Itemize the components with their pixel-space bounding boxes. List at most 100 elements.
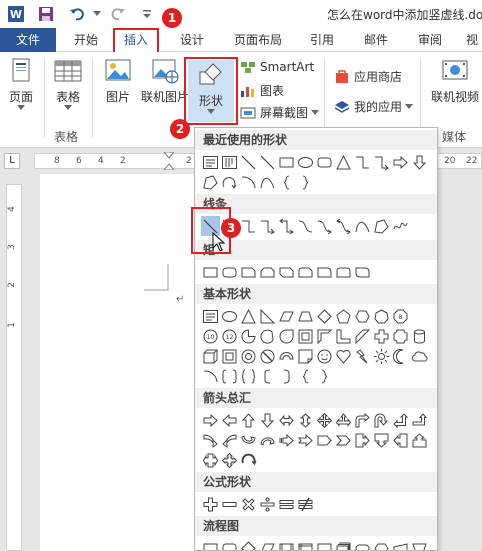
shape-left-right-up-arrow[interactable] xyxy=(334,410,353,430)
shape-flowchart-manual-input[interactable] xyxy=(391,538,410,550)
document-page[interactable]: ↵ xyxy=(40,174,200,551)
shape-flowchart-data[interactable] xyxy=(258,538,277,550)
shape-arc[interactable] xyxy=(239,172,258,192)
shape-pie[interactable] xyxy=(239,326,258,346)
shape-right-triangle[interactable] xyxy=(258,306,277,326)
shape-lightning-bolt[interactable] xyxy=(353,346,372,366)
shape-rounded-rectangle[interactable] xyxy=(220,262,239,282)
shape-division[interactable] xyxy=(258,494,277,514)
shape-right-arrow-callout[interactable] xyxy=(353,430,372,450)
shape-hexagon[interactable] xyxy=(353,306,372,326)
shape-left-up-arrow[interactable] xyxy=(391,410,410,430)
tab-home[interactable]: 开始 xyxy=(66,28,106,52)
shape-notched-right-arrow[interactable] xyxy=(296,430,315,450)
shape-curved-right-arrow[interactable] xyxy=(201,430,220,450)
picture-button[interactable]: 图片 xyxy=(102,58,134,105)
tab-insert[interactable]: 插入 xyxy=(113,28,159,52)
shape-block-arc[interactable] xyxy=(277,346,296,366)
shape-smiley-face[interactable] xyxy=(315,346,334,366)
shape-left-arrow[interactable] xyxy=(220,410,239,430)
shape-parallelogram[interactable] xyxy=(277,306,296,326)
screenshot-button[interactable]: 屏幕截图 xyxy=(240,104,320,121)
shape-bent-up-arrow[interactable] xyxy=(410,410,429,430)
shape-left-right-arrow[interactable] xyxy=(277,410,296,430)
shape-round-corner-rectangle[interactable] xyxy=(315,262,334,282)
shape-oval[interactable] xyxy=(220,306,239,326)
shape-cross[interactable] xyxy=(372,326,391,346)
shape-sun[interactable] xyxy=(372,346,391,366)
shape-no-symbol[interactable] xyxy=(258,346,277,366)
shape-equal[interactable] xyxy=(277,494,296,514)
shape-curve[interactable] xyxy=(353,216,372,236)
shape-rectangle[interactable] xyxy=(277,152,296,172)
online-video-button[interactable]: 联机视频 xyxy=(428,58,482,105)
shape-snip-diagonal-rectangle[interactable] xyxy=(277,262,296,282)
shape-up-arrow[interactable] xyxy=(239,410,258,430)
shape-curved-left-arrow[interactable] xyxy=(220,430,239,450)
shape-l-shape[interactable] xyxy=(334,326,353,346)
shape-rectangle[interactable] xyxy=(201,262,220,282)
shape-triangle[interactable] xyxy=(239,306,258,326)
shape-flowchart-process[interactable] xyxy=(201,538,220,550)
shape-right-bracket[interactable] xyxy=(277,366,296,386)
shape-round-same-side-rectangle[interactable] xyxy=(334,262,353,282)
shape-chevron[interactable] xyxy=(334,430,353,450)
tab-design[interactable]: 设计 xyxy=(172,28,212,52)
shape-teardrop[interactable] xyxy=(277,326,296,346)
shape-up-down-arrow[interactable] xyxy=(296,410,315,430)
shape-flowchart-terminator[interactable] xyxy=(353,538,372,550)
shape-multiply[interactable] xyxy=(239,494,258,514)
shape-flowchart-document[interactable] xyxy=(315,538,334,550)
app-store-button[interactable]: 应用商店 xyxy=(334,68,402,85)
shape-quad-arrow[interactable] xyxy=(315,410,334,430)
shape-double-bracket[interactable] xyxy=(220,366,239,386)
shape-round-diagonal-rectangle[interactable] xyxy=(353,262,372,282)
shape-curved-up-arrow[interactable] xyxy=(239,430,258,450)
shape-freeform[interactable] xyxy=(201,172,220,192)
shape-line[interactable] xyxy=(258,152,277,172)
online-picture-button[interactable]: 联机图片 xyxy=(140,58,190,105)
shape-vertical-textbox[interactable] xyxy=(220,152,239,172)
shape-arc[interactable] xyxy=(201,366,220,386)
shape-curved-double-arrow[interactable] xyxy=(334,216,353,236)
shapes-button[interactable]: 形状 xyxy=(188,60,234,122)
shape-donut[interactable] xyxy=(239,346,258,366)
shape-snip-round-rectangle[interactable] xyxy=(296,262,315,282)
shape-right-brace[interactable] xyxy=(296,172,315,192)
save-icon[interactable] xyxy=(36,4,56,24)
shape-circular-arrow[interactable] xyxy=(239,450,258,470)
shape-curved-down-arrow[interactable] xyxy=(258,430,277,450)
shape-striped-right-arrow[interactable] xyxy=(277,430,296,450)
shape-left-bracket[interactable] xyxy=(258,366,277,386)
shape-dodecagon[interactable]: 12 xyxy=(220,326,239,346)
shape-heart[interactable] xyxy=(334,346,353,366)
tab-page-layout[interactable]: 页面布局 xyxy=(228,28,288,52)
shape-snip-same-side-rectangle[interactable] xyxy=(258,262,277,282)
shape-left-right-arrow-callout[interactable] xyxy=(201,450,220,470)
shape-plus[interactable] xyxy=(201,494,220,514)
shape-right-arrow[interactable] xyxy=(391,152,410,172)
shape-flowchart-decision[interactable] xyxy=(239,538,258,550)
redo-icon[interactable] xyxy=(108,4,128,24)
shape-rounded-rectangle[interactable] xyxy=(315,152,334,172)
customize-toolbar-icon[interactable] xyxy=(140,4,154,24)
shape-elbow-arrow[interactable] xyxy=(372,152,391,172)
shape-pentagon[interactable] xyxy=(334,306,353,326)
shape-flowchart-alternate-process[interactable] xyxy=(220,538,239,550)
shape-decagon[interactable]: 10 xyxy=(201,326,220,346)
table-button[interactable]: 表格 xyxy=(52,58,84,111)
tab-review[interactable]: 审阅 xyxy=(410,28,450,52)
shape-down-arrow[interactable] xyxy=(258,410,277,430)
shape-textbox[interactable] xyxy=(201,306,220,326)
shape-folded-corner[interactable] xyxy=(296,346,315,366)
shape-up-arrow-callout[interactable] xyxy=(410,430,429,450)
shape-snip-corner-rectangle[interactable] xyxy=(239,262,258,282)
shape-down-arrow[interactable] xyxy=(410,152,429,172)
shape-right-brace[interactable] xyxy=(315,366,334,386)
shape-arc-arrow[interactable] xyxy=(220,172,239,192)
shape-can[interactable] xyxy=(410,326,429,346)
shape-scribble[interactable] xyxy=(391,216,410,236)
shape-elbow-connector[interactable] xyxy=(239,216,258,236)
shape-bent-arrow[interactable] xyxy=(353,410,372,430)
indent-marker-icon[interactable] xyxy=(164,152,174,170)
